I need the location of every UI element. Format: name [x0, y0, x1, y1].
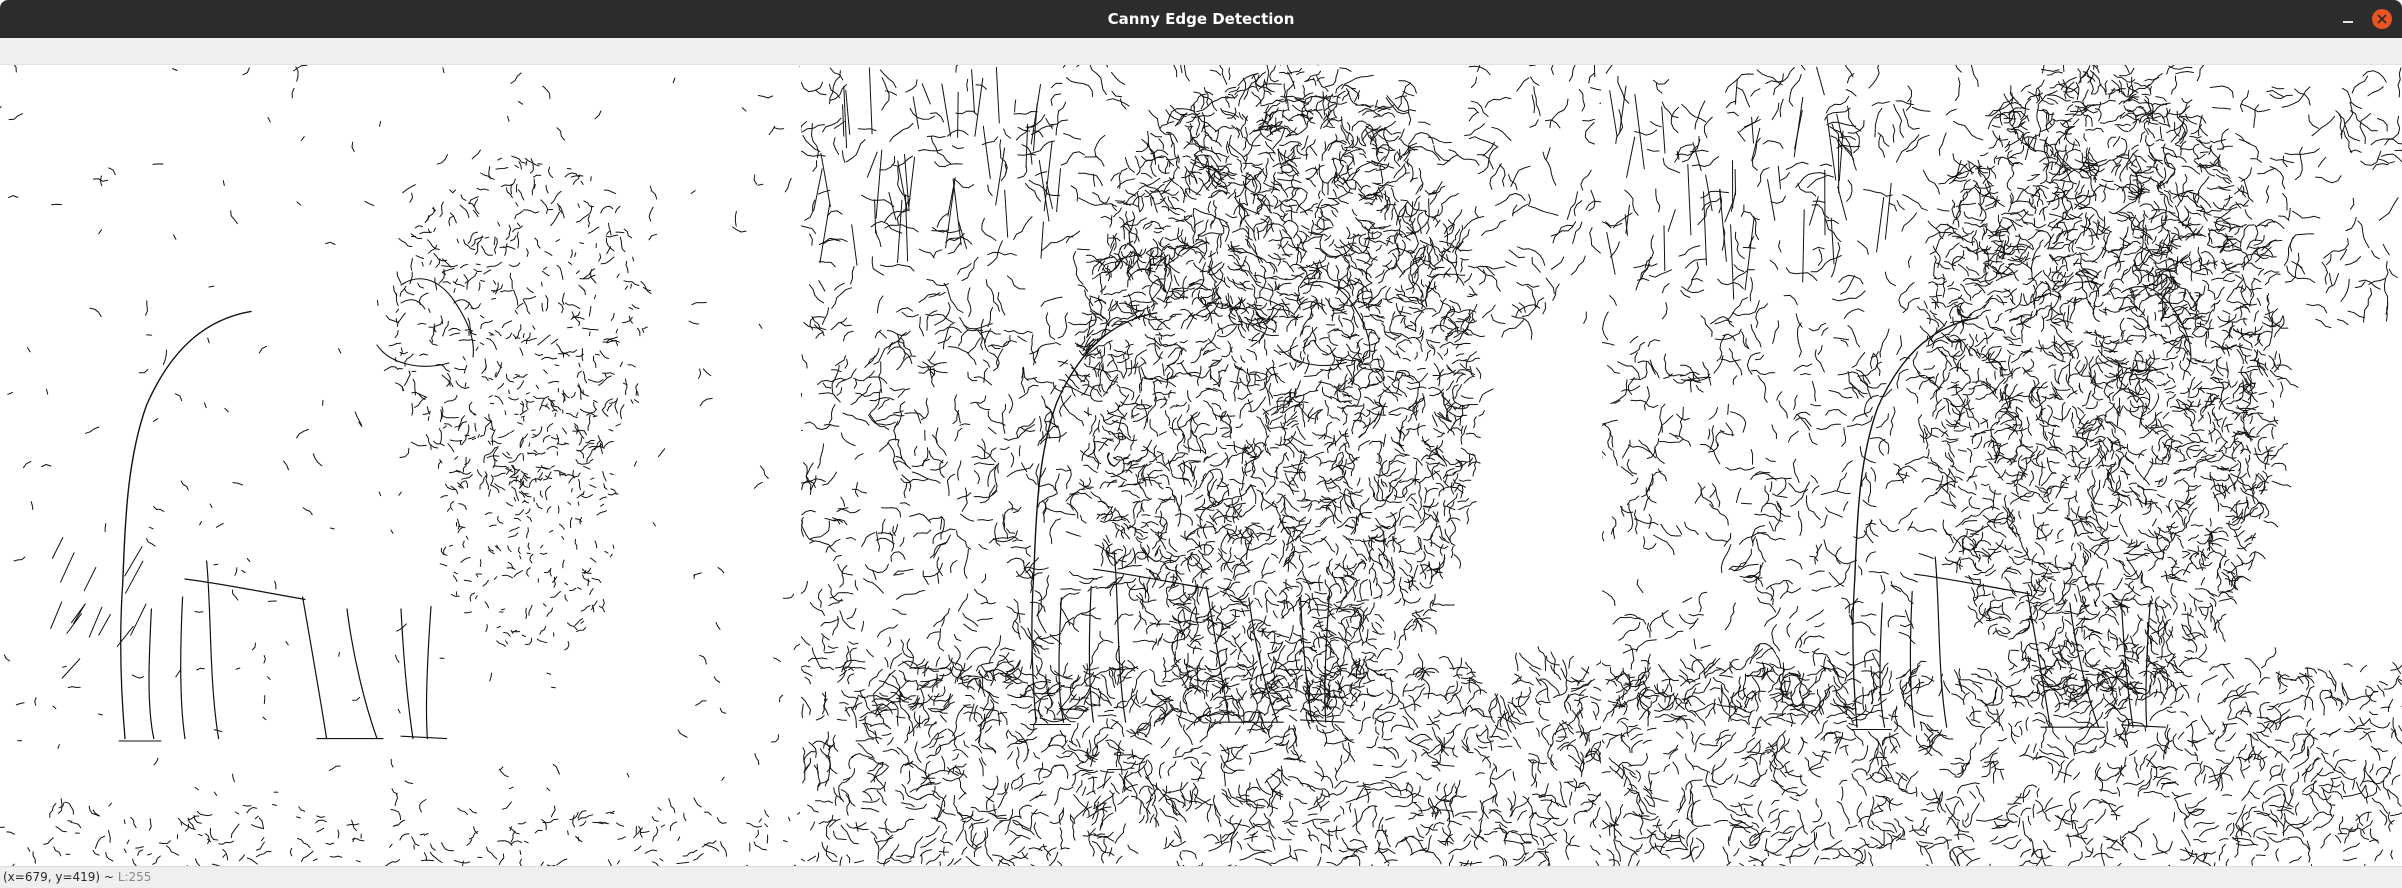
title-bar[interactable]: Canny Edge Detection — [0, 0, 2402, 38]
minimize-button[interactable] — [2338, 9, 2358, 29]
edge-image-high-detail — [801, 65, 1601, 866]
toolbar — [0, 38, 2402, 65]
close-icon — [2377, 14, 2387, 24]
edge-image-low-threshold — [0, 65, 800, 866]
image-canvas[interactable] — [0, 65, 2402, 866]
edge-image-high-detail-drawing — [801, 65, 1601, 866]
edge-image-blurred-drawing — [1602, 65, 2402, 866]
pixel-value: L:255 — [117, 870, 152, 884]
status-bar: (x=679, y=419) ~ L:255 — [0, 866, 2402, 888]
edge-image-blurred — [1602, 65, 2402, 866]
status-readout: (x=679, y=419) ~ L:255 — [3, 870, 151, 884]
cursor-coordinates: (x=679, y=419) ~ — [3, 870, 114, 884]
close-button[interactable] — [2372, 9, 2392, 29]
edge-image-low-threshold-drawing — [0, 65, 800, 866]
app-window: Canny Edge Detection (x=679, y=419) ~ L:… — [0, 0, 2402, 888]
window-title: Canny Edge Detection — [1107, 10, 1295, 28]
